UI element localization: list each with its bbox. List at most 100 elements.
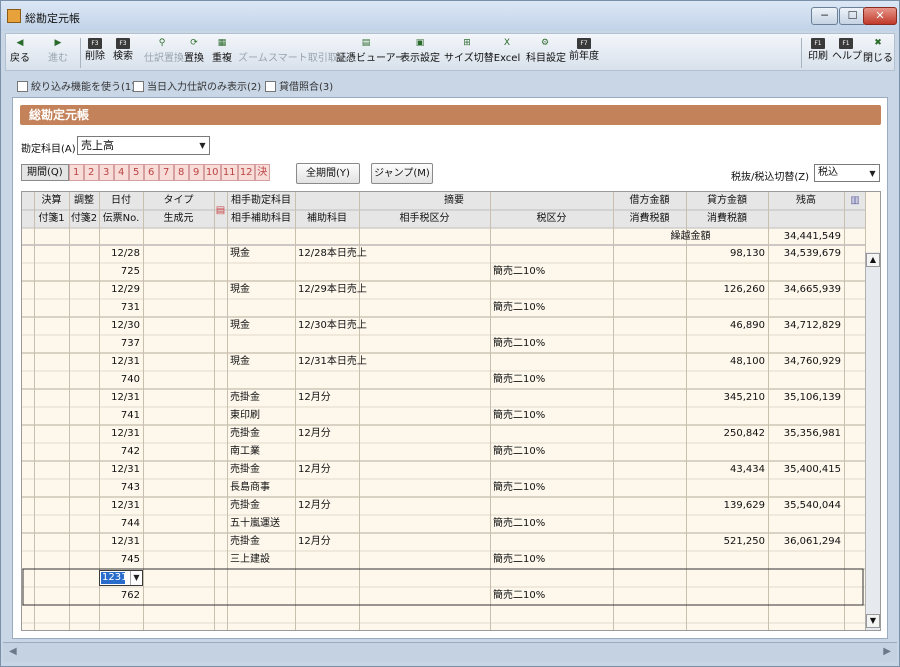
all-period-button[interactable]: 全期間(Y) (296, 163, 360, 184)
tax-category-cell[interactable]: 簡売二10% (493, 551, 610, 568)
voucher-cell[interactable]: 745 (102, 551, 140, 568)
counter-sub-cell[interactable]: 三上建設 (230, 551, 292, 568)
maximize-button[interactable]: ☐ (839, 7, 866, 25)
chevron-down-icon[interactable]: ▼ (196, 137, 209, 154)
date-cell[interactable]: 12/29 (102, 281, 140, 298)
counter-account-cell[interactable]: 現金 (230, 281, 292, 298)
back-button[interactable]: ◀ 戻る (8, 36, 32, 69)
window-close-button[interactable]: ✕ (863, 7, 897, 25)
help-button[interactable]: F1 ヘルプ (832, 36, 862, 69)
voucher-cell[interactable]: 743 (102, 479, 140, 496)
period-month-12[interactable]: 12 (237, 164, 255, 181)
period-label[interactable]: 期間(Q) (21, 164, 69, 181)
search-button[interactable]: F3 検索 (110, 36, 136, 69)
period-month-4[interactable]: 4 (113, 164, 129, 181)
duplicate-button[interactable]: ▦ 重複 (209, 36, 235, 69)
memo-cell[interactable]: 12/31本日売上 (298, 353, 610, 370)
tax-category-cell[interactable]: 簡売二10% (493, 263, 610, 280)
voucher-cell[interactable]: 762 (102, 587, 140, 604)
delete-button[interactable]: F3 削除 (84, 36, 106, 69)
credit-cell[interactable]: 126,260 (689, 281, 765, 298)
tax-category-cell[interactable]: 簡売二10% (493, 371, 610, 388)
counter-sub-cell[interactable]: 東印刷 (230, 407, 292, 424)
memo-cell[interactable]: 12月分 (298, 533, 610, 550)
memo-cell[interactable]: 12/28本日売上 (298, 245, 610, 262)
tag-icon[interactable]: ▤ (215, 202, 226, 219)
replace-button[interactable]: ⟳ 置換 (182, 36, 206, 69)
date-cell[interactable]: 12/28 (102, 245, 140, 262)
date-cell[interactable]: 12/31 (102, 497, 140, 514)
scroll-down-icon[interactable]: ▼ (866, 614, 880, 628)
date-cell[interactable]: 12/31 (102, 425, 140, 442)
voucher-cell[interactable]: 741 (102, 407, 140, 424)
forward-button[interactable]: ▶ 進む (38, 36, 78, 69)
credit-cell[interactable]: 345,210 (689, 389, 765, 406)
prior-year-button[interactable]: F7 前年度 (567, 36, 601, 69)
voucher-cell[interactable]: 740 (102, 371, 140, 388)
today-only-checkbox[interactable]: 当日入力仕訳のみ表示(2) (133, 78, 261, 93)
period-month-9[interactable]: 9 (188, 164, 204, 181)
balance-cell[interactable]: 36,061,294 (771, 533, 841, 550)
date-cell[interactable]: 12/31 (102, 461, 140, 478)
balance-cell[interactable]: 35,400,415 (771, 461, 841, 478)
period-month-7[interactable]: 7 (158, 164, 174, 181)
balance-check-checkbox[interactable]: 貸借照合(3) (265, 78, 333, 93)
date-cell[interactable]: 12/31 (102, 389, 140, 406)
chevron-down-icon[interactable]: ▼ (866, 165, 879, 182)
size-toggle-button[interactable]: ⊞ サイズ切替 (444, 36, 494, 69)
filter-checkbox[interactable]: 絞り込み機能を使う(1) (17, 78, 135, 93)
voucher-cell[interactable]: 725 (102, 263, 140, 280)
tax-category-cell[interactable]: 簡売二10% (493, 335, 610, 352)
balance-cell[interactable]: 34,760,929 (771, 353, 841, 370)
credit-cell[interactable]: 521,250 (689, 533, 765, 550)
excel-button[interactable]: X Excel (492, 36, 522, 69)
tax-category-cell[interactable]: 簡売二10% (493, 515, 610, 532)
counter-sub-cell[interactable]: 南工業 (230, 443, 292, 460)
counter-account-cell[interactable]: 現金 (230, 353, 292, 370)
counter-sub-cell[interactable]: 五十嵐運送 (230, 515, 292, 532)
period-month-13[interactable]: 決 (254, 164, 270, 181)
memo-cell[interactable]: 12/29本日売上 (298, 281, 610, 298)
voucher-viewer-button[interactable]: ▤ 証憑ビューアー (336, 36, 405, 69)
memo-cell[interactable]: 12月分 (298, 461, 610, 478)
counter-account-cell[interactable]: 現金 (230, 245, 292, 262)
balance-cell[interactable]: 34,665,939 (771, 281, 841, 298)
account-settings-button[interactable]: ⚙ 科目設定 (526, 36, 566, 69)
balance-cell[interactable]: 34,712,829 (771, 317, 841, 334)
memo-cell[interactable]: 12月分 (298, 425, 610, 442)
counter-account-cell[interactable]: 売掛金 (230, 533, 292, 550)
memo-cell[interactable]: 12月分 (298, 497, 610, 514)
period-month-2[interactable]: 2 (83, 164, 99, 181)
memo-cell[interactable]: 12/30本日売上 (298, 317, 610, 334)
period-month-10[interactable]: 10 (203, 164, 221, 181)
vertical-scrollbar[interactable]: ▲ ▼ (865, 252, 880, 630)
account-select[interactable]: 売上高 ▼ (77, 136, 210, 155)
period-month-6[interactable]: 6 (143, 164, 159, 181)
chevron-down-icon[interactable]: ▼ (130, 571, 142, 585)
period-month-3[interactable]: 3 (98, 164, 114, 181)
balance-cell[interactable]: 34,539,679 (771, 245, 841, 262)
smart-journal-button[interactable]: スマート取引取込 (268, 36, 348, 69)
scroll-left-icon[interactable]: ◀ (9, 646, 17, 657)
date-cell[interactable]: 12/30 (102, 317, 140, 334)
credit-cell[interactable]: 139,629 (689, 497, 765, 514)
tax-toggle-select[interactable]: 税込 ▼ (814, 164, 880, 182)
period-month-5[interactable]: 5 (128, 164, 144, 181)
date-cell[interactable]: 12/31 (102, 353, 140, 370)
tax-category-cell[interactable]: 簡売二10% (493, 299, 610, 316)
voucher-cell[interactable]: 742 (102, 443, 140, 460)
balance-cell[interactable]: 35,106,139 (771, 389, 841, 406)
counter-sub-cell[interactable]: 長島商事 (230, 479, 292, 496)
counter-account-cell[interactable]: 売掛金 (230, 497, 292, 514)
date-edit-field[interactable]: 1231 ▼ (99, 570, 143, 586)
voucher-cell[interactable]: 731 (102, 299, 140, 316)
date-cell[interactable]: 12/31 (102, 533, 140, 550)
voucher-cell[interactable]: 744 (102, 515, 140, 532)
counter-account-cell[interactable]: 売掛金 (230, 461, 292, 478)
voucher-cell[interactable]: 737 (102, 335, 140, 352)
close-button[interactable]: ✖ 閉じる (863, 36, 893, 69)
credit-cell[interactable]: 48,100 (689, 353, 765, 370)
tax-category-cell[interactable]: 簡売二10% (493, 443, 610, 460)
memo-cell[interactable]: 12月分 (298, 389, 610, 406)
tax-category-cell[interactable]: 簡売二10% (493, 407, 610, 424)
